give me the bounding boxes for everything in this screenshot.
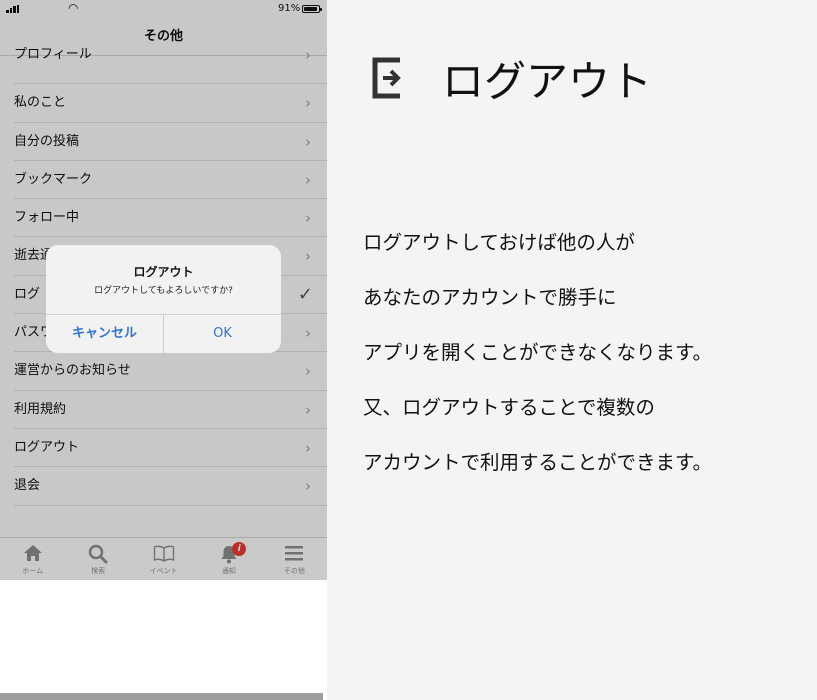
logout-icon (372, 57, 401, 99)
info-panel: ログアウト ログアウトしておけば他の人が あなたのアカウントで勝手に アプリを開… (327, 0, 817, 700)
cancel-button[interactable]: キャンセル (46, 315, 164, 353)
description-line: ログアウトしておけば他の人が (363, 231, 635, 254)
phone-screen: ◠ 91% その他 プロフィール › 私のこと › 自分の投稿 › ブックマーク… (0, 0, 327, 580)
description-line: アプリを開くことができなくなります。 (363, 341, 713, 364)
alert-actions: キャンセル OK (46, 314, 281, 353)
description-line: 又、ログアウトすることで複数の (363, 396, 655, 419)
page-title: ログアウト (442, 57, 653, 106)
bottom-strip (0, 693, 323, 700)
description-line: アカウントで利用することができます。 (363, 451, 713, 474)
description-line: あなたのアカウントで勝手に (363, 286, 617, 309)
alert-message: ログアウトしてもよろしいですか? (94, 286, 233, 296)
logout-alert-dialog: ログアウト ログアウトしてもよろしいですか? キャンセル OK (46, 245, 281, 353)
alert-title: ログアウト (133, 265, 194, 279)
ok-button[interactable]: OK (164, 315, 281, 353)
